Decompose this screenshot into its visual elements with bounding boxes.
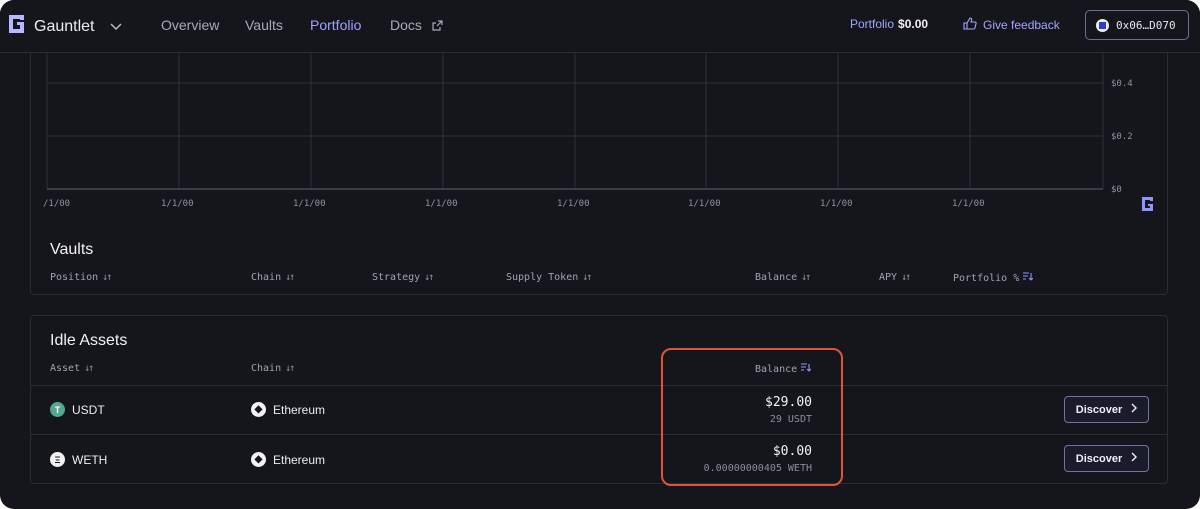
idle-assets-table: Idle Assets Asset ↓↑ Chain ↓↑ Balance T US…	[30, 315, 1168, 484]
column-header-chain[interactable]: Chain ↓↑	[251, 363, 295, 374]
sort-icon: ↓↑	[901, 272, 911, 283]
weth-token-icon: Ξ	[50, 452, 65, 467]
column-header-chain[interactable]: Chain ↓↑	[251, 272, 295, 283]
chain-cell: ◆ Ethereum	[251, 402, 325, 417]
column-header-label: Strategy	[372, 272, 421, 283]
chevron-down-icon	[110, 18, 123, 36]
chain-cell: ◆ Ethereum	[251, 452, 325, 467]
brand-menu[interactable]: Gauntlet	[8, 14, 123, 39]
give-feedback-label: Give feedback	[983, 18, 1060, 32]
sort-icon: ↓↑	[582, 272, 592, 283]
discover-label: Discover	[1075, 452, 1123, 465]
column-header-asset[interactable]: Asset ↓↑	[50, 363, 94, 374]
vaults-title: Vaults	[50, 241, 94, 258]
x-tick: 1/1/00	[293, 199, 326, 209]
wallet-button[interactable]: 0x06…D070	[1085, 10, 1189, 40]
x-tick: 1/1/00	[161, 199, 194, 209]
column-header-balance[interactable]: Balance ↓↑	[755, 272, 811, 283]
x-tick: 1/1/00	[688, 199, 721, 209]
asset-name: USDT	[72, 402, 105, 417]
column-header-label: Chain	[251, 363, 282, 374]
docs-label: Docs	[390, 17, 422, 33]
column-header-supply-token[interactable]: Supply Token ↓↑	[506, 272, 592, 283]
usdt-token-icon: T	[50, 402, 65, 417]
column-header-label: APY	[879, 272, 898, 283]
row-divider	[31, 385, 1167, 386]
discover-label: Discover	[1075, 403, 1123, 416]
app-window: Gauntlet Overview Vaults Portfolio Docs …	[0, 0, 1200, 509]
balance-amount: 0.00000000405 WETH	[703, 463, 812, 474]
chain-name: Ethereum	[273, 452, 326, 467]
discover-button[interactable]: Discover	[1064, 445, 1149, 472]
asset-name: WETH	[72, 452, 108, 467]
x-tick: 1/1/00	[952, 199, 985, 209]
thumbs-up-icon	[963, 17, 977, 33]
portfolio-summary: Portfolio $0.00	[850, 17, 928, 31]
sort-icon: ↓↑	[285, 363, 295, 374]
balance-usd: $0.00	[772, 444, 812, 459]
chain-name: Ethereum	[273, 402, 326, 417]
sort-descending-icon	[801, 363, 812, 375]
column-header-label: Position	[50, 272, 99, 283]
y-tick: $0.4	[1111, 79, 1133, 89]
column-header-label: Chain	[251, 272, 282, 283]
sort-descending-icon	[1023, 272, 1034, 284]
ethereum-icon: ◆	[251, 452, 266, 467]
column-header-strategy[interactable]: Strategy ↓↑	[372, 272, 434, 283]
row-divider	[31, 434, 1167, 435]
give-feedback-button[interactable]: Give feedback	[963, 17, 1060, 33]
sort-icon: ↓↑	[801, 272, 811, 283]
balance-usd: $29.00	[765, 395, 812, 410]
column-header-label: Balance	[755, 363, 798, 375]
column-header-label: Asset	[50, 363, 81, 374]
column-header-apy[interactable]: APY ↓↑	[879, 272, 911, 283]
sort-icon: ↓↑	[102, 272, 112, 283]
sort-icon: ↓↑	[285, 272, 295, 283]
asset-cell: Ξ WETH	[50, 452, 107, 467]
y-tick: $0	[1111, 185, 1122, 195]
nav-link-vaults[interactable]: Vaults	[245, 17, 283, 33]
x-tick: 1/1/00	[820, 199, 853, 209]
chevron-right-icon	[1131, 452, 1138, 465]
idle-assets-title: Idle Assets	[50, 332, 128, 349]
column-header-label: Supply Token	[506, 272, 579, 283]
external-link-icon	[432, 18, 443, 34]
column-header-balance[interactable]: Balance	[755, 363, 812, 375]
x-tick: 1/1/00	[557, 199, 590, 209]
asset-cell: T USDT	[50, 402, 105, 417]
nav-link-overview[interactable]: Overview	[161, 17, 219, 33]
portfolio-summary-value: $0.00	[898, 17, 929, 31]
wallet-address: 0x06…D070	[1116, 18, 1176, 32]
nav-link-docs[interactable]: Docs	[390, 17, 443, 34]
sort-icon: ↓↑	[84, 363, 94, 374]
column-header-label: Balance	[755, 272, 798, 283]
top-nav: Gauntlet Overview Vaults Portfolio Docs …	[0, 0, 1200, 53]
chart-watermark-logo-icon	[1142, 197, 1153, 211]
chevron-right-icon	[1131, 403, 1138, 416]
x-tick: /1/00	[43, 199, 70, 209]
column-header-portfolio-pct[interactable]: Portfolio %	[953, 272, 1034, 284]
ethereum-icon: ◆	[251, 402, 266, 417]
sort-icon: ↓↑	[424, 272, 434, 283]
column-header-position[interactable]: Position ↓↑	[50, 272, 112, 283]
balance-amount: 29 USDT	[769, 414, 812, 425]
vaults-table: Vaults Position ↓↑ Chain ↓↑ Strategy ↓↑ Sup…	[30, 225, 1168, 295]
nav-link-portfolio[interactable]: Portfolio	[310, 17, 361, 33]
column-header-label: Portfolio %	[953, 272, 1020, 284]
y-tick: $0.2	[1111, 132, 1133, 142]
brand-name: Gauntlet	[34, 17, 95, 35]
chart-svg: $0.4 $0.2 $0 /1/00 1/1/00 1/1/00 1/1/00 …	[43, 53, 1153, 211]
wallet-avatar-icon	[1096, 18, 1109, 32]
portfolio-chart: $0.4 $0.2 $0 /1/00 1/1/00 1/1/00 1/1/00 …	[30, 53, 1168, 226]
gauntlet-logo-icon	[8, 14, 26, 39]
discover-button[interactable]: Discover	[1064, 396, 1149, 423]
portfolio-summary-label: Portfolio	[850, 17, 895, 31]
x-tick: 1/1/00	[425, 199, 458, 209]
